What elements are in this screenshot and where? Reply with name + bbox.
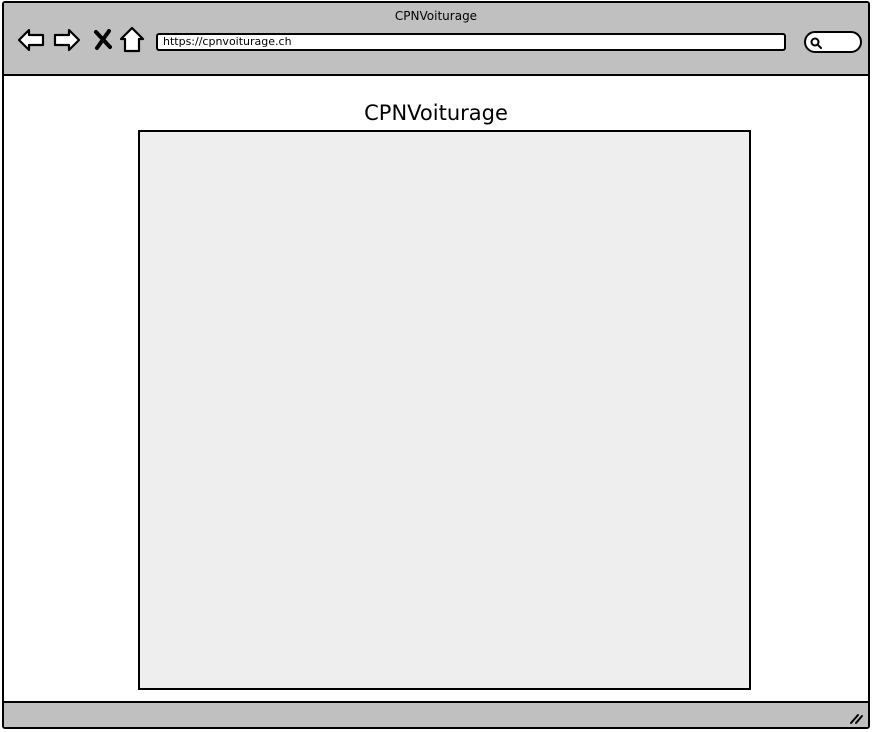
browser-toolbar: CPNVoiturage https://cpnvoiturage.ch [4,3,868,76]
content-placeholder [138,130,751,690]
url-input[interactable]: https://cpnvoiturage.ch [156,33,786,51]
arrow-right-icon [53,28,81,52]
status-bar [4,701,868,727]
home-button[interactable] [117,25,147,55]
back-button[interactable] [16,25,46,55]
arrow-left-icon [17,28,45,52]
search-icon [810,37,822,49]
stop-button[interactable] [88,25,118,55]
browser-window: CPNVoiturage https://cpnvoiturage.ch CPN… [2,1,870,729]
resize-grip-icon[interactable] [848,709,864,725]
close-icon [94,29,112,50]
window-title: CPNVoiturage [394,9,478,23]
search-field[interactable] [804,31,862,53]
home-icon [119,26,145,53]
page-title: CPNVoiturage [364,101,508,125]
forward-button[interactable] [52,25,82,55]
